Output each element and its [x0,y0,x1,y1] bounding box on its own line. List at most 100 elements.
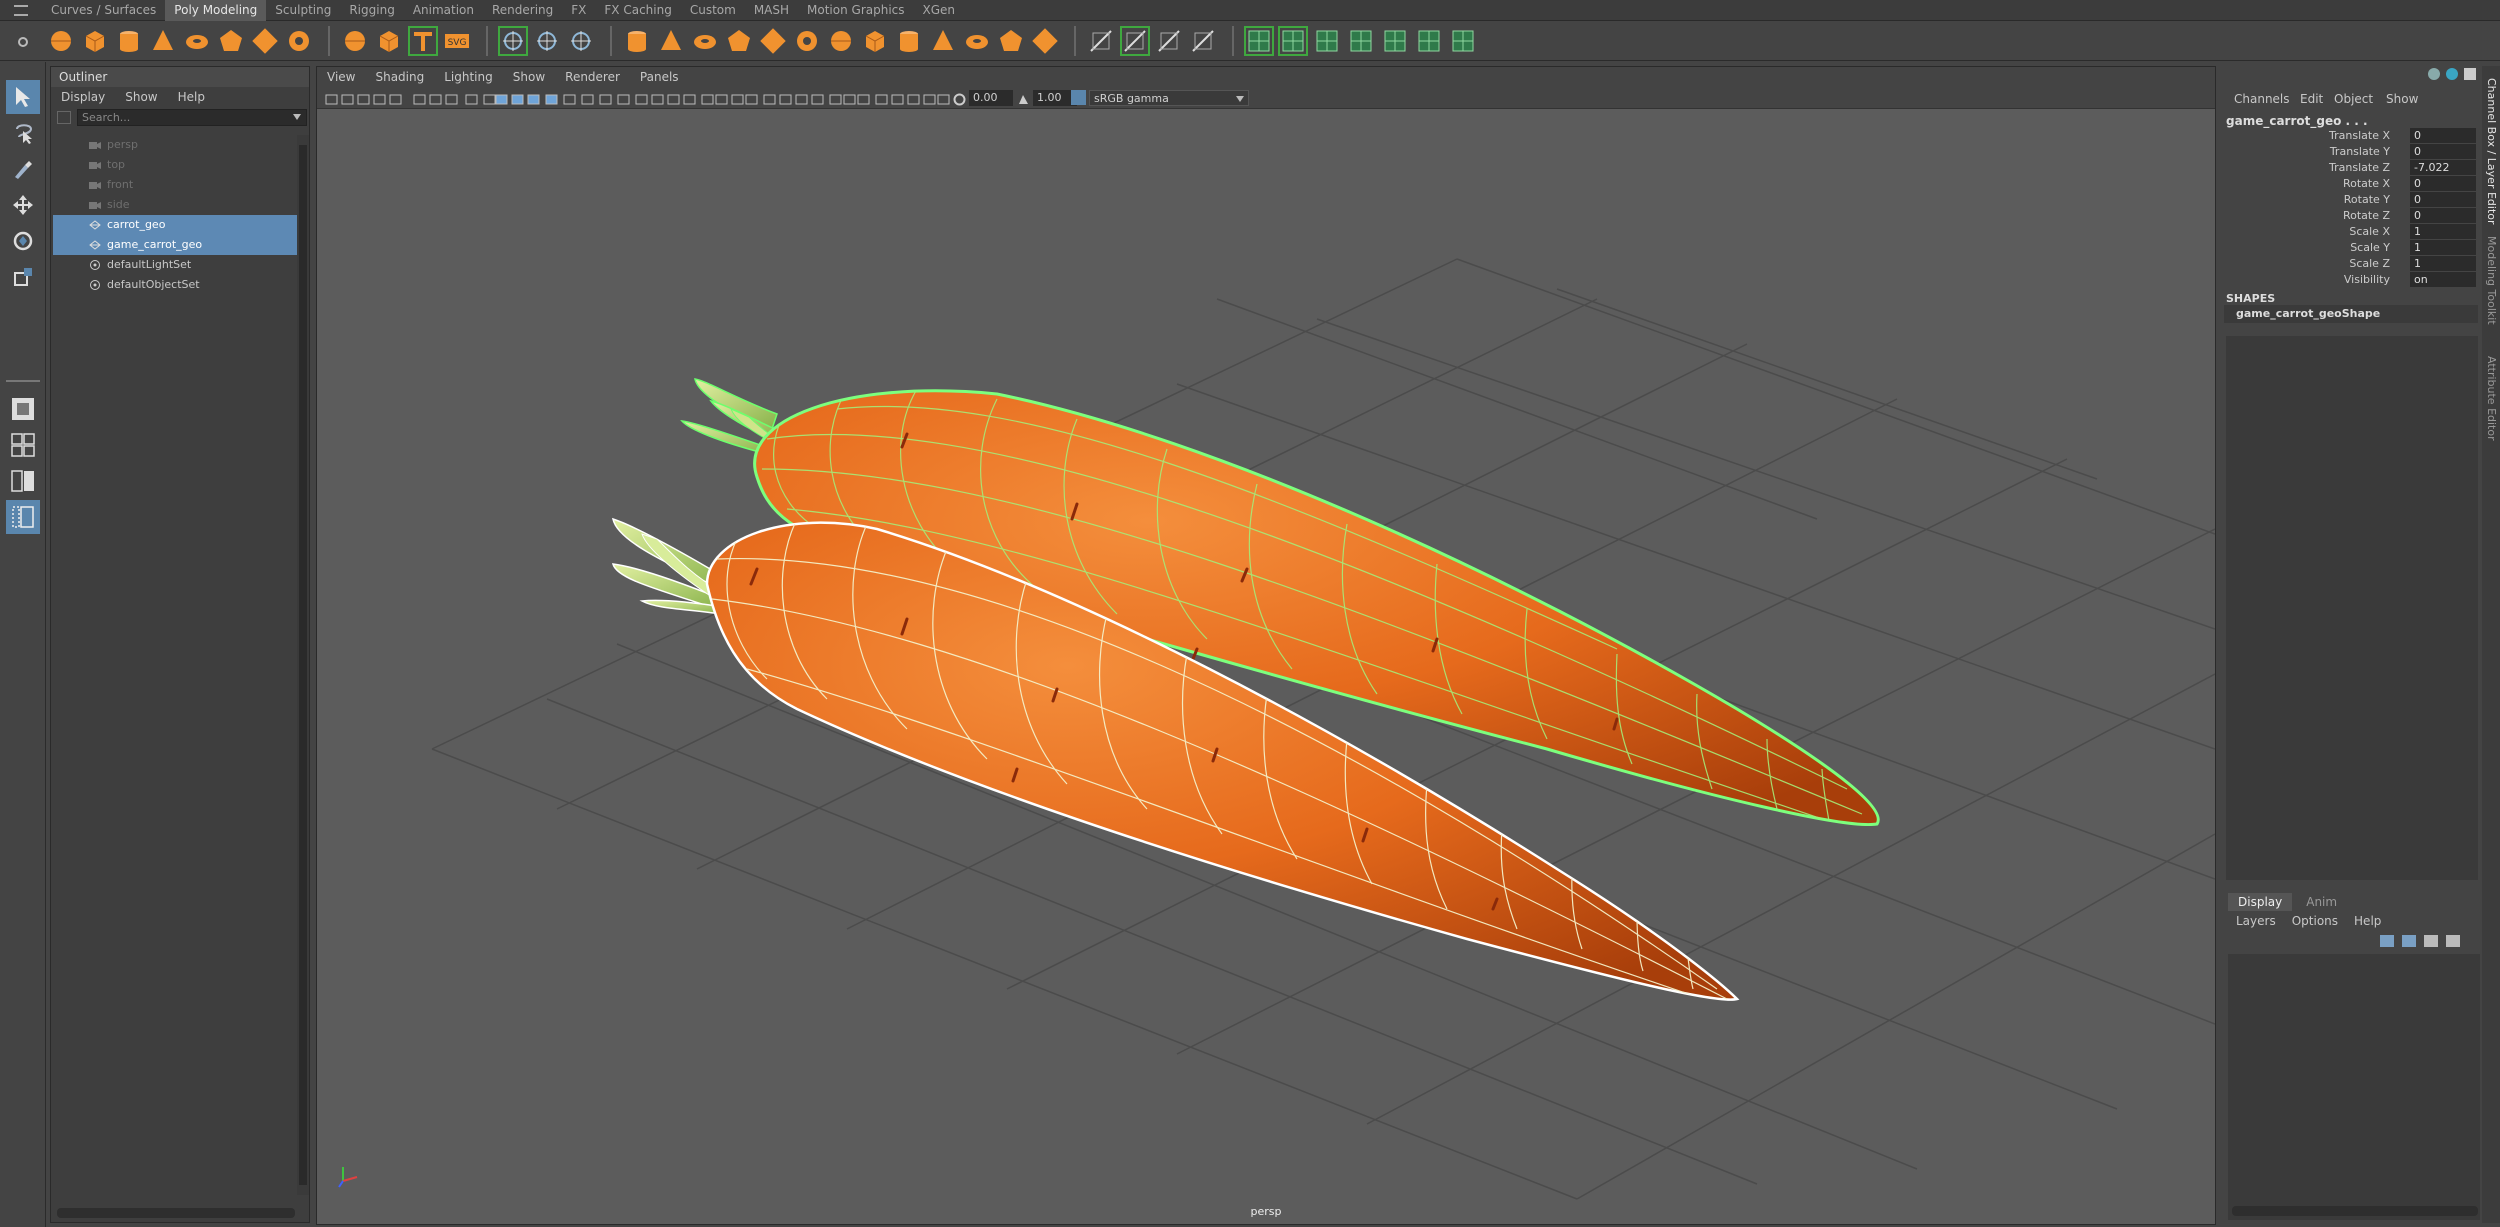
attr-label[interactable]: Translate Y [2330,145,2390,158]
outliner-menu-help[interactable]: Help [178,87,205,107]
outliner-item-game-carrot-geo[interactable]: game_carrot_geo [53,235,297,255]
viewport-tool-27-icon[interactable] [779,91,792,105]
mirror-icon[interactable] [690,26,720,56]
separate-icon[interactable] [656,26,686,56]
viewport-menu-lighting[interactable]: Lighting [444,67,493,87]
shelf-tab-custom[interactable]: Custom [681,0,745,21]
outliner-item-persp[interactable]: persp [53,135,297,155]
viewport-tool-28-icon[interactable] [795,91,808,105]
viewport-menu-renderer[interactable]: Renderer [565,67,620,87]
shelf-tab-fx-caching[interactable]: FX Caching [595,0,680,21]
viewport-tool-8-icon[interactable] [465,91,478,105]
two-view-icon[interactable] [6,464,40,498]
viewport-tool-13-icon[interactable] [545,91,558,105]
fill-hole-icon[interactable] [928,26,958,56]
viewport-tool-31-icon[interactable] [843,91,856,105]
channel-box-object-name[interactable]: game_carrot_geo . . . [2226,114,2368,128]
viewport-tool-20-icon[interactable] [667,91,680,105]
channel-box-menu-show[interactable]: Show [2386,92,2418,106]
tab-attribute-editor[interactable]: Attribute Editor [2483,356,2499,441]
attr-value-field[interactable]: 1 [2410,224,2476,239]
outliner-search-input[interactable]: Search... [77,109,307,126]
svg-tool-icon[interactable]: SVG [442,26,472,56]
viewport-tool-35-icon[interactable] [907,91,920,105]
extrude-icon[interactable] [792,26,822,56]
attr-label[interactable]: Visibility [2344,273,2390,286]
exposure-field[interactable]: 0.00 [969,90,1013,106]
viewport-tool-3-icon[interactable] [373,91,386,105]
chevron-down-icon[interactable] [293,114,301,120]
attr-value-field[interactable]: -7.022 [2410,160,2476,175]
viewport-tool-24-icon[interactable] [731,91,744,105]
channel-box-menu-channels[interactable]: Channels [2234,92,2290,106]
outliner-item-defaultlightset[interactable]: defaultLightSet [53,255,297,275]
super-shape-icon[interactable] [340,26,370,56]
attr-value-field[interactable]: 0 [2410,144,2476,159]
move-layer-down-icon[interactable] [2402,935,2416,947]
uv-auto-icon[interactable] [1346,26,1376,56]
viewport-tool-36-icon[interactable] [923,91,936,105]
single-perspective-icon[interactable] [6,392,40,426]
poly-disc-icon[interactable] [250,26,280,56]
attr-label[interactable]: Scale Y [2350,241,2390,254]
merge-icon[interactable] [962,26,992,56]
make-live-icon[interactable] [374,26,404,56]
poly-torus-icon[interactable] [182,26,212,56]
attr-label[interactable]: Rotate Y [2344,193,2390,206]
uv-planar-icon[interactable] [1244,26,1274,56]
tab-display[interactable]: Display [2228,893,2293,911]
uv-editor-icon[interactable] [1380,26,1410,56]
paint-select-icon[interactable] [6,152,40,186]
attr-value-field[interactable]: 0 [2410,208,2476,223]
outliner-item-defaultobjectset[interactable]: defaultObjectSet [53,275,297,295]
shelf-tab-mash[interactable]: MASH [745,0,798,21]
viewport-tool-30-icon[interactable] [829,91,842,105]
outliner-menu-show[interactable]: Show [125,87,157,107]
viewport-tool-11-icon[interactable] [511,91,524,105]
shelf-tab-sculpting[interactable]: Sculpting [266,0,340,21]
attr-value-field[interactable]: 0 [2410,192,2476,207]
shelf-tab-fx[interactable]: FX [562,0,595,21]
viewport-tool-0-icon[interactable] [325,91,338,105]
gamma-icon[interactable] [1017,91,1030,104]
poly-pipe-icon[interactable] [284,26,314,56]
shelf-tab-xgen[interactable]: XGen [914,0,965,21]
shelf-tab-poly-modeling[interactable]: Poly Modeling [165,0,267,21]
viewport-menu-show[interactable]: Show [513,67,545,87]
combine-icon[interactable] [622,26,652,56]
viewport-tool-37-icon[interactable] [937,91,950,105]
move-tool-icon[interactable] [6,188,40,222]
viewport-tool-4-icon[interactable] [389,91,402,105]
smooth-icon[interactable] [724,26,754,56]
exposure-icon[interactable] [953,91,966,106]
tab-modeling-toolkit[interactable]: Modeling Toolkit [2483,236,2499,325]
new-layer-selected-icon[interactable] [2446,935,2460,947]
tab-channel-box-layer-editor[interactable]: Channel Box / Layer Editor [2483,78,2499,225]
attr-label[interactable]: Scale Z [2349,257,2390,270]
layer-scrollbar[interactable] [2232,1206,2478,1216]
viewport-tool-23-icon[interactable] [715,91,728,105]
viewport-panel[interactable]: View Shading Lighting Show Renderer Pane… [316,66,2216,1225]
viewport-tool-7-icon[interactable] [445,91,458,105]
quad-draw-icon[interactable] [498,26,528,56]
shelf-tab-rendering[interactable]: Rendering [483,0,562,21]
viewport-tool-2-icon[interactable] [357,91,370,105]
shelf-tab-motion-graphics[interactable]: Motion Graphics [798,0,914,21]
viewport-tool-34-icon[interactable] [891,91,904,105]
attr-value-field[interactable]: 0 [2410,128,2476,143]
poly-cylinder-icon[interactable] [114,26,144,56]
viewport-tool-16-icon[interactable] [599,91,612,105]
poly-cube-icon[interactable] [80,26,110,56]
shelf-menu-icon[interactable] [14,5,28,16]
channel-box-sync-icon[interactable] [2446,68,2458,80]
viewport-tool-15-icon[interactable] [581,91,594,105]
scale-tool-icon[interactable] [6,260,40,294]
viewport-tool-14-icon[interactable] [563,91,576,105]
shelf-settings-icon[interactable] [18,37,28,47]
viewport-menu-view[interactable]: View [327,67,355,87]
poly-cone-icon[interactable] [148,26,178,56]
attr-label[interactable]: Translate X [2329,129,2390,142]
outliner-menu-display[interactable]: Display [61,87,105,107]
viewport-tool-19-icon[interactable] [651,91,664,105]
new-layer-icon[interactable] [2424,935,2438,947]
